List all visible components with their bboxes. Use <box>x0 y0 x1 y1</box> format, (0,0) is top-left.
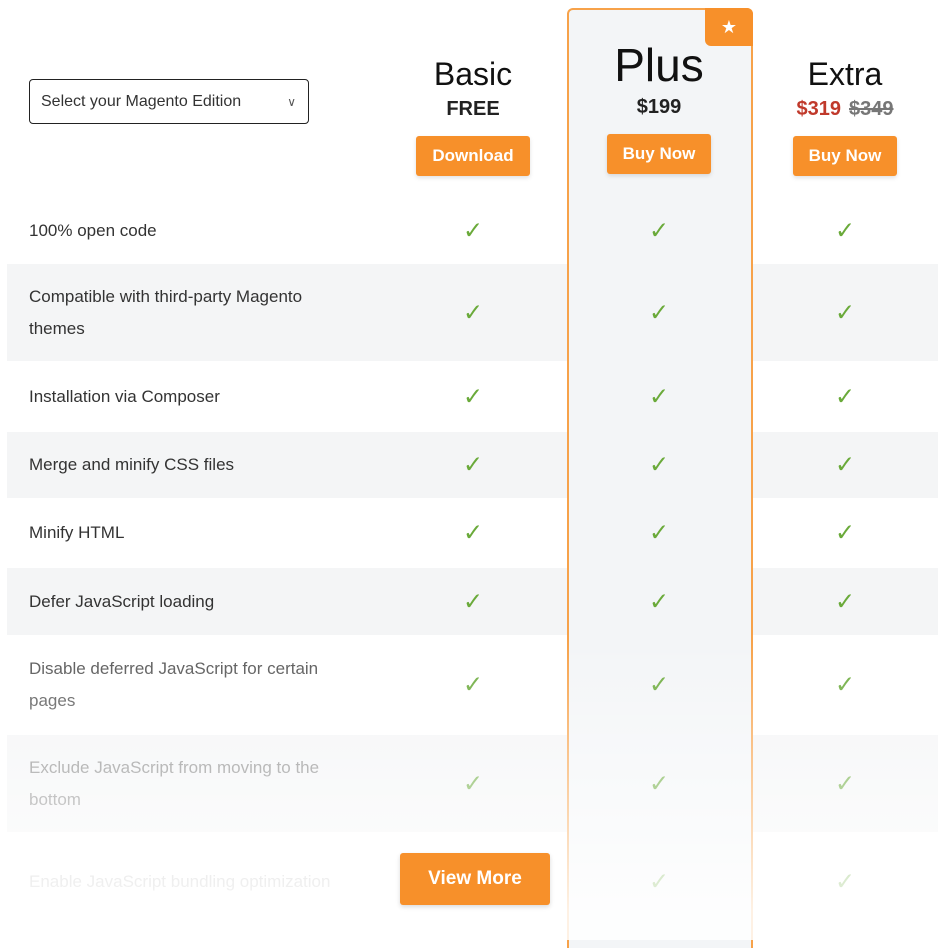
star-icon: ★ <box>705 8 753 46</box>
feature-label: Minify HTML <box>29 523 125 542</box>
check-icon: ✓ <box>834 671 856 699</box>
feature-row: 100% open code ✓ ✓ ✓ <box>7 197 938 264</box>
feature-label: Enable JavaScript bundling optimization <box>29 872 331 891</box>
check-icon: ✓ <box>462 770 484 797</box>
feature-label: 100% open code <box>29 220 157 240</box>
check-icon: ✓ <box>834 519 856 547</box>
feature-row: Defer JavaScript loading ✓ ✓ ✓ <box>7 568 938 635</box>
feature-row: Exclude JavaScript from moving to the bo… <box>7 735 938 832</box>
buy-now-extra-button[interactable]: Buy Now <box>792 136 898 176</box>
check-icon: ✓ <box>462 671 484 699</box>
check-icon: ✓ <box>462 588 484 615</box>
plan-plus: Plus $199 Buy Now <box>566 42 752 174</box>
plan-name: Basic <box>433 56 513 92</box>
check-icon: ✓ <box>834 451 856 479</box>
check-icon: ✓ <box>834 770 856 797</box>
download-button[interactable]: Download <box>416 136 530 176</box>
check-icon: ✓ <box>462 383 484 410</box>
check-icon: ✓ <box>834 299 856 326</box>
feature-table: 100% open code ✓ ✓ ✓ Compatible with third-p… <box>7 197 938 932</box>
check-icon: ✓ <box>462 519 484 547</box>
plan-name: Plus <box>614 39 704 91</box>
check-icon: ✓ <box>648 588 670 615</box>
old-price: $349 <box>849 98 894 120</box>
select-label: Select your Magento Edition <box>41 92 242 110</box>
view-more-button[interactable]: View More <box>400 853 550 905</box>
check-icon: ✓ <box>648 299 670 326</box>
check-icon: ✓ <box>462 451 484 479</box>
check-icon: ✓ <box>648 868 670 896</box>
check-icon: ✓ <box>834 588 856 615</box>
feature-row: Minify HTML ✓ ✓ ✓ <box>7 498 938 568</box>
buy-now-plus-button[interactable]: Buy Now <box>606 134 712 174</box>
sale-price: $319 <box>796 98 842 120</box>
feature-label: Compatible with third-party Magento them… <box>29 286 303 338</box>
feature-row: Compatible with third-party Magento them… <box>7 264 938 361</box>
check-icon: ✓ <box>648 770 670 797</box>
feature-row: Merge and minify CSS files ✓ ✓ ✓ <box>7 432 938 498</box>
check-icon: ✓ <box>648 519 670 547</box>
plan-price: FREE <box>446 98 500 120</box>
check-icon: ✓ <box>648 671 670 699</box>
check-icon: ✓ <box>834 868 856 896</box>
check-icon: ✓ <box>648 383 670 410</box>
chevron-down-icon: ∨ <box>287 94 296 109</box>
feature-label: Disable deferred JavaScript for certain … <box>29 659 319 710</box>
check-icon: ✓ <box>462 299 484 326</box>
feature-row: Disable deferred JavaScript for certain … <box>7 635 938 735</box>
feature-label: Exclude JavaScript from moving to the bo… <box>29 757 320 809</box>
check-icon: ✓ <box>834 217 856 244</box>
check-icon: ✓ <box>648 451 670 479</box>
feature-label: Installation via Composer <box>29 386 220 406</box>
check-icon: ✓ <box>648 217 670 244</box>
feature-label: Defer JavaScript loading <box>29 591 215 611</box>
magento-edition-select[interactable]: Select your Magento Edition ∨ <box>29 79 309 124</box>
check-icon: ✓ <box>834 383 856 410</box>
feature-row: Installation via Composer ✓ ✓ ✓ <box>7 361 938 432</box>
check-icon: ✓ <box>462 217 484 244</box>
plan-name: Extra <box>807 56 883 92</box>
plan-price: $199 <box>636 96 682 118</box>
plan-basic: Basic FREE Download <box>380 58 566 176</box>
plan-extra: Extra $319 $349 Buy Now <box>752 58 938 176</box>
feature-label: Merge and minify CSS files <box>29 455 235 474</box>
